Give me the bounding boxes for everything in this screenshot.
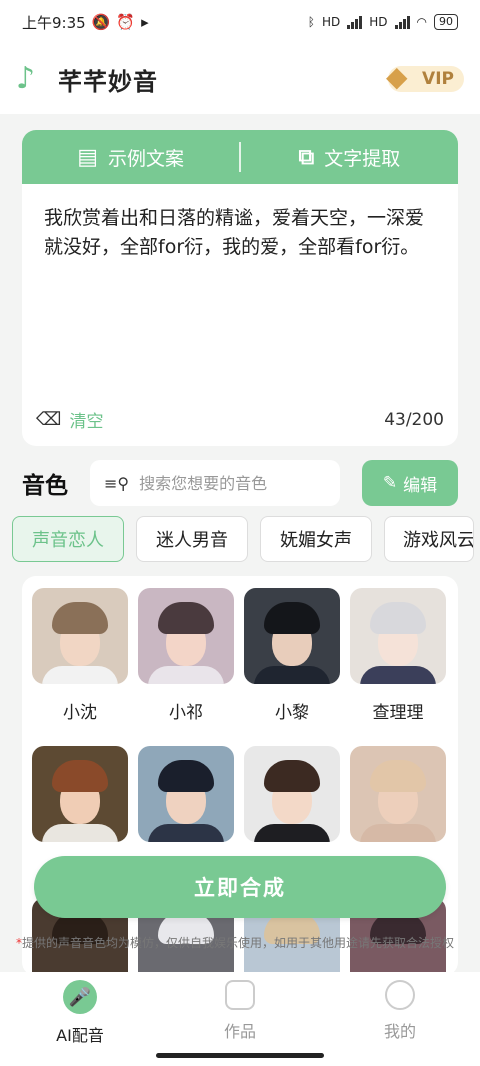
status-time: 上午9:35 xyxy=(22,13,86,32)
bottom-nav: 🎤 AI配音 作品 我的 xyxy=(0,972,480,1066)
category-tab-game[interactable]: 游戏风云 xyxy=(384,516,474,562)
avatar xyxy=(350,746,446,842)
nav-item-mine[interactable]: 我的 xyxy=(320,972,480,1066)
card-tabs: ▤ 示例文案 ⧉ 文字提取 xyxy=(22,130,458,184)
text-extract-label: 文字提取 xyxy=(324,147,401,170)
card-footer: ⌫ 清空 43/200 xyxy=(36,407,444,432)
diamond-icon: ◆ xyxy=(386,60,408,93)
avatar xyxy=(138,746,234,842)
disclaimer: *提供的声音音色均为模仿，仅供自我娱乐使用，如用于其他用途请先获取合法授权 xyxy=(16,934,476,951)
edit-label: 编辑 xyxy=(403,475,438,496)
avatar xyxy=(32,588,128,684)
nav-item-works[interactable]: 作品 xyxy=(160,972,320,1066)
category-tabs: 声音恋人 迷人男音 妩媚女声 游戏风云 xyxy=(12,516,480,562)
example-copy-tab[interactable]: ▤ 示例文案 xyxy=(22,144,239,171)
alarm-icon: ⏰ xyxy=(116,13,136,31)
home-indicator[interactable] xyxy=(156,1053,324,1058)
voice-item[interactable] xyxy=(350,746,446,842)
avatar xyxy=(350,588,446,684)
network-type-1: HD xyxy=(321,15,341,29)
image-text-icon: ⧉ xyxy=(298,144,315,170)
voice-item[interactable] xyxy=(138,746,234,842)
wifi-icon: ◠ xyxy=(416,15,427,29)
nav-item-ai-dubbing[interactable]: 🎤 AI配音 xyxy=(0,972,160,1066)
nav-label: 我的 xyxy=(383,1022,416,1041)
network-type-2: HD xyxy=(369,15,388,29)
voice-search-box[interactable]: ≡⚲ xyxy=(90,460,340,506)
bluetooth-icon: ᛒ xyxy=(307,15,315,29)
app-notification-icon: ▸ xyxy=(141,13,149,31)
nav-label: 作品 xyxy=(223,1022,256,1041)
avatar xyxy=(244,588,340,684)
voice-item-xiaoshen[interactable]: 小沈 xyxy=(32,588,128,746)
pencil-icon: ✎ xyxy=(382,473,398,493)
clear-button[interactable]: 清空 xyxy=(69,407,103,432)
avatar xyxy=(32,746,128,842)
example-copy-label: 示例文案 xyxy=(108,147,185,170)
disclaimer-text: 提供的声音音色均为模仿，仅供自我娱乐使用，如用于其他用途请先获取合法授权 xyxy=(22,936,455,950)
synthesize-button[interactable]: 立即合成 xyxy=(34,856,446,918)
app-header: ♪ 芊芊妙音 ◆ VIP xyxy=(0,44,480,114)
voice-item[interactable] xyxy=(244,746,340,842)
voice-name: 小沈 xyxy=(63,703,97,723)
avatar xyxy=(244,746,340,842)
vip-label: VIP xyxy=(422,69,454,89)
voice-name: 查理理 xyxy=(372,703,424,723)
text-input-card: ▤ 示例文案 ⧉ 文字提取 我欣赏着出和日落的精谧，爱着天空，一深爱就没好，全部… xyxy=(22,130,458,446)
nav-label: AI配音 xyxy=(56,1026,104,1045)
voice-item[interactable] xyxy=(32,746,128,842)
text-content-area[interactable]: 我欣赏着出和日落的精谧，爱着天空，一深爱就没好，全部for衍，我的爱，全部看fo… xyxy=(22,184,458,384)
music-note-logo-icon: ♪ xyxy=(16,61,36,96)
app-title: 芊芊妙音 xyxy=(58,67,158,96)
category-tab-charming-male[interactable]: 迷人男音 xyxy=(136,516,248,562)
battery-icon: 90 xyxy=(434,14,458,30)
mute-icon: 🔕 xyxy=(91,13,111,31)
category-tab-voice-lover[interactable]: 声音恋人 xyxy=(12,516,124,562)
profile-icon xyxy=(385,980,415,1010)
edit-button[interactable]: ✎ 编辑 xyxy=(362,460,458,506)
char-count: 43/200 xyxy=(384,409,444,430)
voice-item-chalili[interactable]: 查理理 xyxy=(350,588,446,746)
text-extract-tab[interactable]: ⧉ 文字提取 xyxy=(241,144,458,171)
broom-icon[interactable]: ⌫ xyxy=(36,409,61,430)
signal-icon xyxy=(347,15,363,29)
category-tab-charming-female[interactable]: 妩媚女声 xyxy=(260,516,372,562)
voice-name: 小黎 xyxy=(275,703,309,723)
voice-section-title: 音色 xyxy=(22,473,68,499)
status-bar: 上午9:35 🔕 ⏰ ▸ ᛒ HD HD ◠ 90 xyxy=(0,0,480,44)
microphone-icon: 🎤 xyxy=(63,980,97,1014)
folder-icon xyxy=(225,980,255,1010)
avatar xyxy=(138,588,234,684)
signal-icon-2 xyxy=(394,15,410,29)
voice-item-xiaoqi[interactable]: 小祁 xyxy=(138,588,234,746)
search-list-icon: ≡⚲ xyxy=(104,473,130,493)
vip-button[interactable]: ◆ VIP xyxy=(386,60,464,93)
document-icon: ▤ xyxy=(77,144,99,170)
voice-item-xiaoli[interactable]: 小黎 xyxy=(244,588,340,746)
voice-search-input[interactable] xyxy=(139,473,320,493)
voice-name: 小祁 xyxy=(169,703,203,723)
voice-toolbar: 音色 ≡⚲ ✎ 编辑 xyxy=(22,460,458,506)
